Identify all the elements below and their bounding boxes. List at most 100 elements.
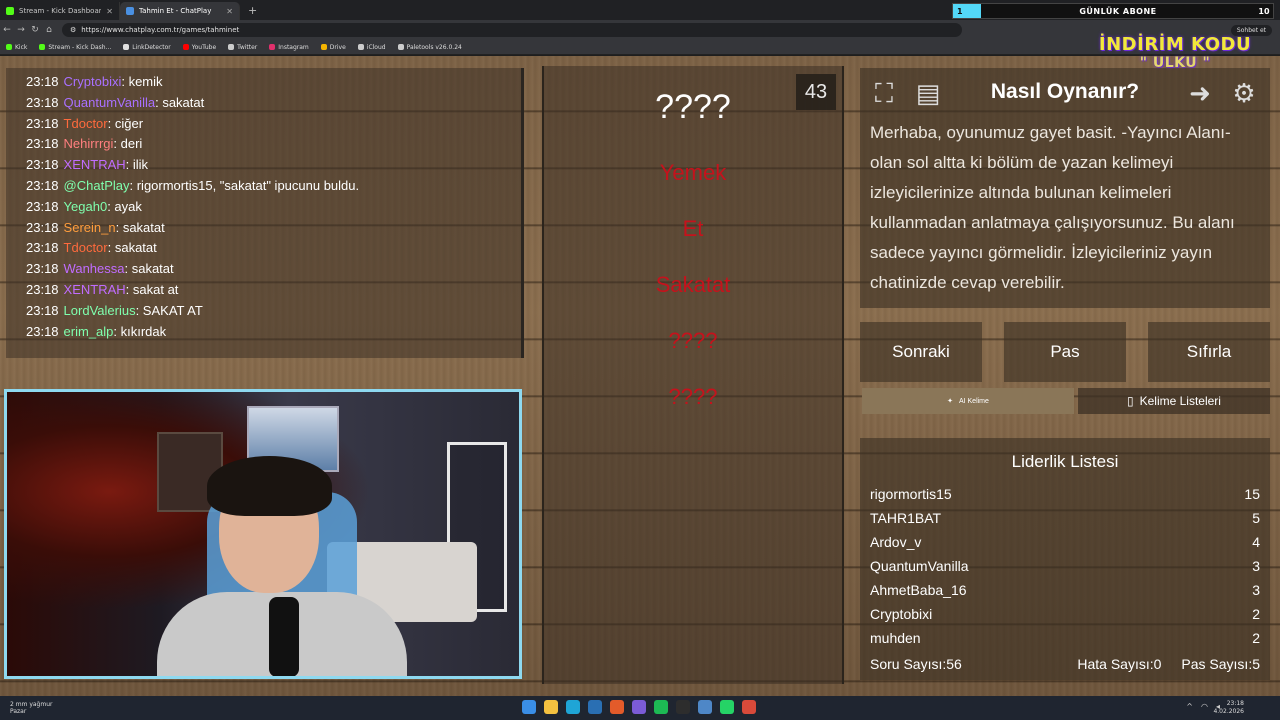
leaderboard-name: QuantumVanilla xyxy=(870,558,969,574)
pass-count: Pas Sayısı:5 xyxy=(1181,656,1260,672)
chat-timestamp: 23:18 xyxy=(26,323,59,339)
kick-icon xyxy=(6,44,12,50)
whatsapp-icon[interactable] xyxy=(720,700,734,714)
app-icon[interactable] xyxy=(676,700,690,714)
url-input[interactable]: ⚙ https://www.chatplay.com.tr/games/tahm… xyxy=(62,23,962,37)
link-icon xyxy=(123,44,130,50)
bookmark-drive[interactable]: Drive xyxy=(320,44,346,51)
chat-message: 23:18 Cryptobixi: kemik xyxy=(26,72,521,93)
chat-username[interactable]: Yegah0 xyxy=(64,199,108,214)
reset-button[interactable]: Sıfırla xyxy=(1148,322,1270,382)
edge-icon[interactable] xyxy=(566,700,580,714)
reload-icon[interactable]: ↻ xyxy=(28,25,42,35)
leaderboard-name: Ardov_v xyxy=(870,534,922,550)
close-icon[interactable]: ✕ xyxy=(106,7,113,16)
bookmark-linkdetector[interactable]: LinkDetector xyxy=(123,44,171,51)
chat-text: : sakatat xyxy=(107,240,157,256)
sub-goal-target: 10 xyxy=(1258,6,1270,16)
chat-timestamp: 23:18 xyxy=(26,281,59,297)
cloud-icon xyxy=(357,44,364,50)
chat-username[interactable]: XENTRAH xyxy=(64,282,126,297)
instagram-icon xyxy=(269,44,276,50)
word-lists-button[interactable]: ▯ Kelime Listeleri xyxy=(1078,388,1270,414)
windows-taskbar: 2 mm yağmur Pazar ^ ◠ ◂ 23:18 4.02.2026 xyxy=(0,696,1280,720)
clipboard-icon: ▯ xyxy=(1127,394,1134,408)
discord-icon[interactable] xyxy=(632,700,646,714)
bookmarks-bar: Kick Stream - Kick Dash... LinkDetector … xyxy=(0,40,1280,55)
chat-username[interactable]: Tdoctor xyxy=(64,240,108,255)
word-panel: 43 ???? Yemek Et Sakatat ???? ???? xyxy=(542,66,844,684)
forbidden-word: Sakatat xyxy=(655,272,731,297)
leaderboard-score: 4 xyxy=(1252,534,1260,550)
chat-username[interactable]: Tdoctor xyxy=(64,116,108,131)
chat-username[interactable]: @ChatPlay xyxy=(64,178,130,193)
next-button[interactable]: Sonraki xyxy=(860,322,982,382)
gear-icon[interactable]: ⚙ xyxy=(1228,78,1260,110)
bookmark-kick[interactable]: Kick xyxy=(6,44,27,51)
streamer-hair xyxy=(207,456,332,516)
bookmark-instagram[interactable]: Instagram xyxy=(269,44,309,51)
leaderboard-score: 15 xyxy=(1244,486,1260,502)
globe-icon xyxy=(397,44,404,50)
kick-favicon-icon xyxy=(6,7,14,15)
steam-icon[interactable] xyxy=(588,700,602,714)
chat-username[interactable]: erim_alp xyxy=(64,324,114,339)
chat-timestamp: 23:18 xyxy=(26,157,59,173)
leaderboard-row: Cryptobixi 2 xyxy=(860,602,1270,626)
taskbar-apps xyxy=(522,700,756,714)
sub-goal-label: GÜNLÜK ABONE xyxy=(1079,6,1157,16)
tab-chatplay[interactable]: Tahmin Et - ChatPlay ✕ xyxy=(120,2,240,20)
chat-username[interactable]: XENTRAH xyxy=(64,157,126,172)
chrome-icon[interactable] xyxy=(742,700,756,714)
app-icon[interactable] xyxy=(698,700,712,714)
home-icon[interactable]: ⌂ xyxy=(42,25,56,35)
chat-timestamp: 23:18 xyxy=(26,177,59,193)
chat-text: : ilik xyxy=(125,157,149,173)
bookmark-youtube[interactable]: YouTube xyxy=(182,44,216,51)
new-tab-icon[interactable]: + xyxy=(248,4,257,17)
clock[interactable]: 23:18 4.02.2026 xyxy=(1213,700,1244,716)
chat-timestamp: 23:18 xyxy=(26,94,59,110)
chat-message: 23:18 Wanhessa: sakatat xyxy=(26,259,521,280)
chat-text: : sakatat xyxy=(124,261,174,277)
bookmark-twitter[interactable]: Twitter xyxy=(228,44,257,51)
tab-kick-dashboard[interactable]: Stream - Kick Dashboard ✕ xyxy=(0,2,120,20)
chat-username[interactable]: Nehirrrgi xyxy=(64,136,114,151)
browser-icon[interactable] xyxy=(610,700,624,714)
tab-title: Tahmin Et - ChatPlay xyxy=(139,7,212,15)
spotify-icon[interactable] xyxy=(654,700,668,714)
wifi-icon[interactable]: ◠ xyxy=(1201,702,1208,711)
chat-username[interactable]: Wanhessa xyxy=(64,261,125,276)
chat-username[interactable]: Serein_n xyxy=(64,220,116,235)
pass-button[interactable]: Pas xyxy=(1004,322,1126,382)
game-page: 23:18 Cryptobixi: kemik 23:18 QuantumVanill… xyxy=(0,56,1280,696)
leaderboard-score: 2 xyxy=(1252,630,1260,646)
chevron-up-icon[interactable]: ^ xyxy=(1186,702,1193,711)
back-icon[interactable]: ← xyxy=(0,25,14,35)
leaderboard-score: 2 xyxy=(1252,606,1260,622)
how-to-play-panel: ⛶ ▤ Nasıl Oynanır? ➜ ⚙ Merhaba, oyunumuz… xyxy=(860,68,1270,308)
bookmark-kick-dashboard[interactable]: Stream - Kick Dash... xyxy=(39,44,111,51)
promo-code: " ULKU " xyxy=(1139,55,1211,71)
leaderboard-row: TAHR1BAT 5 xyxy=(860,506,1270,530)
youtube-icon xyxy=(182,44,189,50)
chat-username[interactable]: Cryptobixi xyxy=(64,74,122,89)
file-explorer-icon[interactable] xyxy=(544,700,558,714)
chat-username[interactable]: LordValerius xyxy=(64,303,136,318)
windows-start-icon[interactable] xyxy=(522,700,536,714)
bookmark-icloud[interactable]: iCloud xyxy=(357,44,386,51)
close-icon[interactable]: ✕ xyxy=(226,7,233,16)
chat-username[interactable]: QuantumVanilla xyxy=(64,95,156,110)
chat-message: 23:18 @ChatPlay: rigormortis15, "sakatat"… xyxy=(26,176,521,197)
drive-icon xyxy=(320,44,327,50)
weather-widget[interactable]: 2 mm yağmur Pazar xyxy=(10,701,52,715)
leaderboard-name: muhden xyxy=(870,630,921,646)
forward-icon[interactable]: → xyxy=(14,25,28,35)
chat-message: 23:18 erim_alp: kıkırdak xyxy=(26,322,521,343)
ai-word-button[interactable]: ✦ AI Kelime xyxy=(862,388,1074,414)
exit-icon[interactable]: ➜ xyxy=(1184,78,1216,110)
url-text: https://www.chatplay.com.tr/games/tahmin… xyxy=(81,26,240,34)
address-bar-row: ← → ↻ ⌂ ⚙ https://www.chatplay.com.tr/ga… xyxy=(0,20,1280,40)
site-info-icon[interactable]: ⚙ xyxy=(70,26,76,34)
bookmark-paletools[interactable]: Paletools v26.0.24 xyxy=(397,44,462,51)
